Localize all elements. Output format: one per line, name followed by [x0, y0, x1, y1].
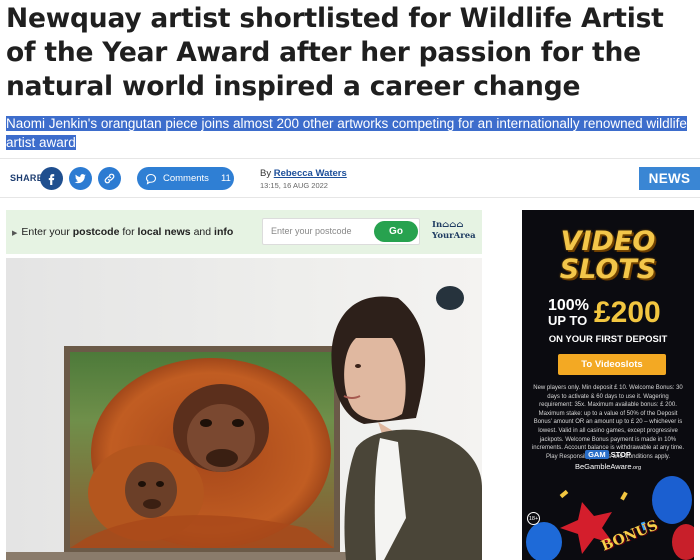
postcode-search-bar: ▶ Enter your postcode for local news and … [6, 210, 482, 254]
inyourarea-logo-line1: In⌂⌂⌂ [432, 220, 464, 230]
age-restriction-badge: 18+ [527, 512, 540, 525]
ad-amount: £200 [594, 296, 661, 329]
byline-prefix: By [260, 168, 272, 179]
gamstop-logo: GAM STOP [522, 450, 694, 459]
facebook-icon [48, 174, 55, 185]
inyourarea-logo-line2: YourArea [432, 231, 476, 241]
publish-date: 13:15, 16 AUG 2022 [260, 181, 328, 190]
postcode-prompt: ▶ Enter your postcode for local news and … [12, 226, 233, 238]
link-icon [104, 173, 115, 184]
ad-cta-button[interactable]: To Videoslots [558, 354, 666, 375]
ad-logo-line2: SLOTS [559, 254, 657, 285]
orangutan-painting-photo [6, 258, 482, 560]
article-hero-image[interactable] [6, 258, 482, 560]
prompt-part: info [214, 226, 234, 238]
ad-offer: 100% UP TO £200 [546, 296, 694, 332]
standfirst-text: Naomi Jenkin's orangutan piece joins alm… [6, 116, 687, 150]
facebook-share-button[interactable] [40, 167, 63, 190]
article-headline: Newquay artist shortlisted for Wildlife … [6, 3, 664, 102]
videoslots-logo: VIDEO SLOTS [522, 228, 694, 284]
comment-bubble-icon [145, 173, 157, 185]
postcode-go-button[interactable]: Go [374, 221, 418, 242]
prompt-part: postcode [72, 226, 120, 238]
bga-text: BeGambleAware [574, 462, 632, 471]
comments-button[interactable]: Comments 11 [137, 167, 234, 190]
bga-suffix: .org [631, 465, 642, 471]
ad-upto: UP TO [548, 313, 588, 328]
article-meta-bar: SHARE Comments 11 By Rebecca Waters 13:1… [0, 158, 700, 198]
share-label: SHARE [10, 173, 44, 183]
inyourarea-logo: In⌂⌂⌂ YourArea [432, 220, 476, 242]
begambleaware-logo: BeGambleAware.org [522, 462, 694, 471]
copy-link-button[interactable] [98, 167, 121, 190]
advertisement-panel[interactable]: VIDEO SLOTS 100% UP TO £200 ON YOUR FIRS… [522, 210, 694, 560]
prompt-part: local news [137, 226, 191, 238]
prompt-part: for [122, 226, 135, 238]
comments-label: Comments [163, 173, 209, 184]
prompt-part: and [193, 226, 212, 238]
gamstop-badge: GAM [585, 450, 609, 459]
ad-logo-line1: VIDEO [560, 226, 656, 257]
prompt-part: Enter your [21, 226, 70, 238]
ad-percent: 100% [548, 297, 589, 314]
article-standfirst: Naomi Jenkin's orangutan piece joins alm… [6, 114, 692, 152]
byline: By Rebecca Waters [260, 168, 347, 179]
twitter-icon [74, 174, 86, 184]
ad-first-deposit: ON YOUR FIRST DEPOSIT [548, 334, 668, 345]
comments-count: 11 [220, 173, 231, 184]
gamstop-text: STOP [610, 450, 631, 459]
author-link[interactable]: Rebecca Waters [274, 168, 347, 179]
triangle-right-icon: ▶ [12, 230, 18, 237]
section-tag-news[interactable]: NEWS [639, 167, 700, 190]
twitter-share-button[interactable] [69, 167, 92, 190]
